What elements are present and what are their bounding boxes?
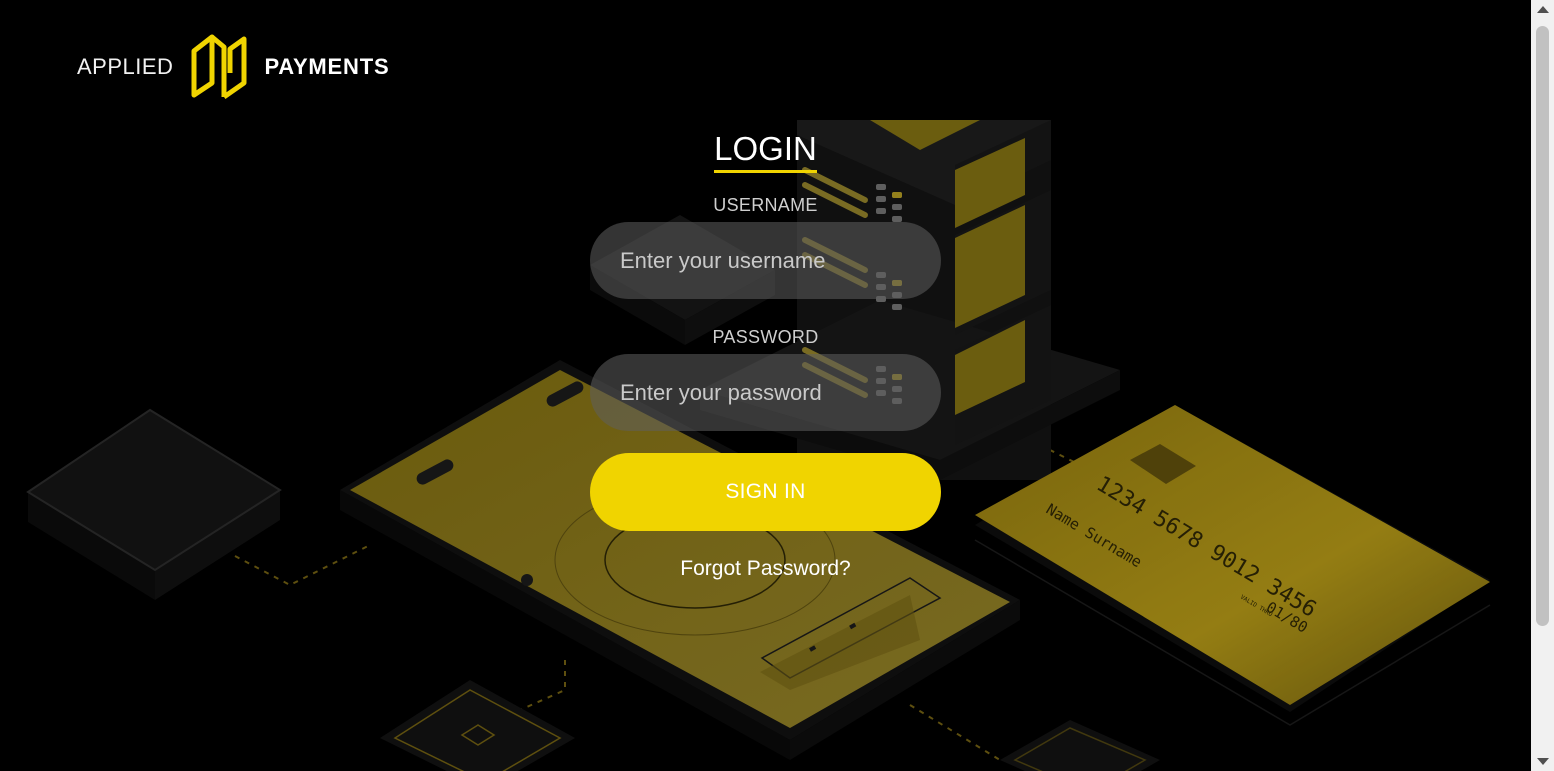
login-form: LOGIN USERNAME PASSWORD SIGN IN Forgot P… [590, 120, 941, 581]
applied-payments-logo-icon [191, 34, 247, 100]
sign-in-button[interactable]: SIGN IN [590, 453, 941, 531]
logo-text-payments: PAYMENTS [264, 54, 390, 79]
username-label: USERNAME [713, 195, 818, 215]
page-scrollbar[interactable] [1531, 0, 1554, 771]
password-input[interactable] [590, 354, 941, 431]
logo-text-applied: APPLIED [77, 54, 174, 79]
scroll-up-arrow-icon[interactable] [1537, 6, 1549, 13]
username-input[interactable] [590, 222, 941, 299]
password-label: PASSWORD [712, 327, 819, 347]
scrollbar-thumb[interactable] [1536, 26, 1549, 626]
scroll-down-arrow-icon[interactable] [1537, 758, 1549, 765]
brand-logo[interactable]: APPLIED PAYMENTS [77, 32, 389, 102]
page-title: LOGIN [714, 130, 817, 173]
forgot-password-link[interactable]: Forgot Password? [680, 557, 850, 581]
login-page: 1234 5678 9012 3456 Name Surname VALID T… [0, 0, 1531, 771]
